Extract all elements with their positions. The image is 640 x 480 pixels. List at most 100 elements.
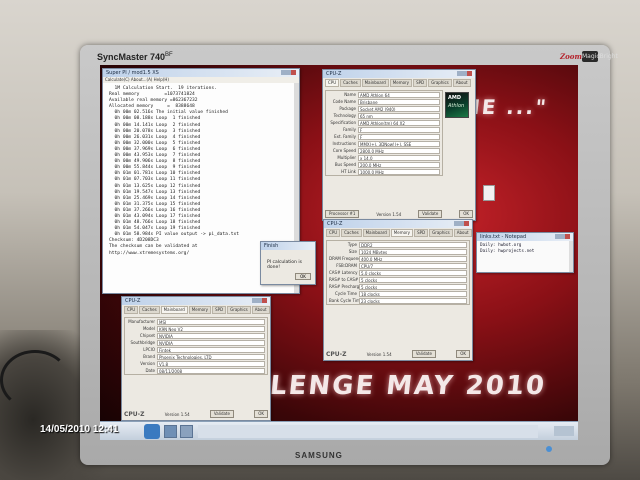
validate-button[interactable]: Validate bbox=[418, 210, 443, 218]
field-label: Technology bbox=[333, 113, 356, 118]
close-icon[interactable] bbox=[467, 71, 472, 76]
validate-button[interactable]: Validate bbox=[411, 350, 436, 358]
tab-mainboard[interactable]: Mainboard bbox=[160, 306, 188, 314]
field-label: Ext. Family bbox=[334, 134, 356, 139]
field-value: CPU/7 bbox=[359, 262, 467, 269]
field-row: Name AMD Athlon 64 bbox=[326, 91, 442, 98]
field-value: 1000.0 MHz bbox=[358, 168, 440, 175]
tab-graphics[interactable]: Graphics bbox=[227, 306, 251, 314]
photo-timestamp: 14/05/2010 12:41 bbox=[40, 424, 119, 435]
superpi-titlebar[interactable]: Super PI / mod1.5 XS bbox=[103, 69, 299, 77]
cpuz-memory-title: CPU-Z bbox=[327, 221, 343, 227]
close-icon[interactable] bbox=[291, 70, 296, 75]
field-label: Type bbox=[347, 242, 357, 247]
field-row: Date 08/11/2008 bbox=[125, 367, 267, 374]
tab-memory[interactable]: Memory bbox=[389, 79, 413, 87]
tab-spd[interactable]: SPD bbox=[414, 229, 429, 237]
tab-spd[interactable]: SPD bbox=[212, 306, 227, 314]
tab-mainboard[interactable]: Mainboard bbox=[361, 79, 389, 87]
field-value: 65 nm bbox=[358, 112, 440, 119]
field-label: Package bbox=[339, 106, 356, 111]
cpuz-mainboard-title: CPU-Z bbox=[125, 298, 141, 304]
tab-about[interactable]: About bbox=[251, 306, 270, 314]
notepad-titlebar[interactable]: links.txt - Notepad bbox=[477, 233, 573, 241]
cpuz-cpu-title: CPU-Z bbox=[326, 71, 342, 77]
cpuz-mainboard-titlebar[interactable]: CPU-Z bbox=[122, 297, 270, 305]
field-value: F bbox=[358, 133, 440, 140]
field-label: Code Name bbox=[332, 99, 356, 104]
start-button[interactable] bbox=[144, 424, 160, 439]
ok-button[interactable]: OK bbox=[456, 350, 470, 358]
tab-mainboard[interactable]: Mainboard bbox=[362, 229, 390, 237]
field-row: Specification AMD Athlon(tm) 64 X2 bbox=[326, 119, 442, 126]
tab-cpu[interactable]: CPU bbox=[325, 79, 340, 87]
cpuz-cpu-fields: Name AMD Athlon 64 Code Name Brisbane Packag… bbox=[325, 90, 443, 176]
cpuz-memory-titlebar[interactable]: CPU-Z bbox=[324, 220, 472, 228]
field-label: Multiplier bbox=[337, 155, 356, 160]
tab-graphics[interactable]: Graphics bbox=[428, 79, 452, 87]
tab-caches[interactable]: Caches bbox=[139, 306, 160, 314]
field-row: Package Socket AM2 (940) bbox=[326, 105, 442, 112]
superpi-title: Super PI / mod1.5 XS bbox=[106, 70, 159, 76]
field-row: Brand Phoenix Technologies, LTD bbox=[125, 353, 267, 360]
close-icon[interactable] bbox=[262, 298, 267, 303]
monitor-model-label: SyncMaster 740BF bbox=[97, 52, 173, 62]
tab-cpu[interactable]: CPU bbox=[326, 229, 341, 237]
cable bbox=[0, 350, 70, 410]
notepad-line: Daily: hwprojects.net bbox=[480, 248, 535, 254]
field-value: 18 clocks bbox=[359, 290, 467, 297]
taskbar-tasks-area[interactable] bbox=[198, 425, 538, 438]
tab-cpu[interactable]: CPU bbox=[124, 306, 139, 314]
field-row: Multiplier x 14.0 bbox=[326, 154, 442, 161]
field-label: RAS# to CAS# bbox=[329, 277, 359, 282]
cpuz-memory-window: CPU-Z CPU Caches Mainboard Memory SPD Graphic… bbox=[323, 219, 473, 361]
finish-titlebar[interactable]: Finish bbox=[261, 242, 315, 250]
tab-about[interactable]: About bbox=[453, 229, 472, 237]
field-value: F bbox=[358, 126, 440, 133]
system-tray[interactable] bbox=[554, 426, 574, 436]
taskbar-app-icon[interactable] bbox=[180, 425, 193, 438]
processor-select[interactable]: Processor #1 bbox=[325, 210, 360, 218]
tab-spd[interactable]: SPD bbox=[413, 79, 428, 87]
amd-logo-product: Athlon bbox=[448, 103, 465, 109]
field-row: CAS# Latency 5.0 clocks bbox=[327, 269, 469, 276]
ok-button[interactable]: OK bbox=[254, 410, 268, 418]
tab-about[interactable]: About bbox=[452, 79, 471, 87]
desktop-file-icon[interactable] bbox=[483, 185, 495, 201]
cpuz-mainboard-tabs: CPU Caches Mainboard Memory SPD Graphics About bbox=[122, 305, 270, 315]
cpuz-logo: CPU-Z bbox=[326, 350, 347, 358]
field-row: Bus Speed 200.0 MHz bbox=[326, 161, 442, 168]
field-value: 1024 MBytes bbox=[359, 248, 467, 255]
field-value: MSI bbox=[157, 318, 265, 325]
field-row: HT Link 1000.0 MHz bbox=[326, 168, 442, 175]
tab-memory[interactable]: Memory bbox=[390, 229, 414, 237]
field-label: Date bbox=[145, 368, 155, 373]
field-value: Phoenix Technologies, LTD bbox=[157, 353, 265, 360]
amd-logo-brand: AMD bbox=[448, 95, 461, 101]
tab-caches[interactable]: Caches bbox=[341, 229, 362, 237]
superpi-log: 1M Calculation Start. 19 iterations. Real… bbox=[103, 83, 299, 260]
close-icon[interactable] bbox=[565, 234, 570, 239]
tab-memory[interactable]: Memory bbox=[188, 306, 212, 314]
field-value: DDR2 bbox=[359, 241, 467, 248]
ok-button[interactable]: OK bbox=[459, 210, 473, 218]
cpuz-cpu-titlebar[interactable]: CPU-Z bbox=[323, 70, 475, 78]
field-label: DRAM Frequency bbox=[329, 256, 359, 261]
close-icon[interactable] bbox=[464, 221, 469, 226]
power-led bbox=[546, 446, 552, 452]
notepad-scrollbar[interactable] bbox=[569, 241, 573, 272]
cpuz-cpu-footer: Processor #1 Version 1.54 Validate OK bbox=[325, 210, 473, 218]
notepad-body[interactable]: Daily: hwbot.org Daily: hwprojects.net bbox=[477, 241, 573, 256]
field-label: LPCIO bbox=[143, 347, 155, 352]
cpuz-cpu-window: CPU-Z CPU Caches Mainboard Memory SPD Graphic… bbox=[322, 69, 476, 221]
validate-button[interactable]: Validate bbox=[209, 410, 234, 418]
field-value: 200.0 MHz bbox=[358, 161, 440, 168]
wallpaper-text-bottom: LENGE MAY 2010 bbox=[268, 371, 548, 401]
field-value: 5 clocks bbox=[359, 276, 467, 283]
ok-button[interactable]: OK bbox=[295, 273, 311, 280]
field-value: MMX(+), 3DNow!(+), SSE bbox=[358, 140, 440, 147]
tab-graphics[interactable]: Graphics bbox=[429, 229, 453, 237]
taskbar-app-icon[interactable] bbox=[164, 425, 177, 438]
tab-caches[interactable]: Caches bbox=[340, 79, 361, 87]
monitor-model: SyncMaster 740 bbox=[97, 52, 166, 62]
